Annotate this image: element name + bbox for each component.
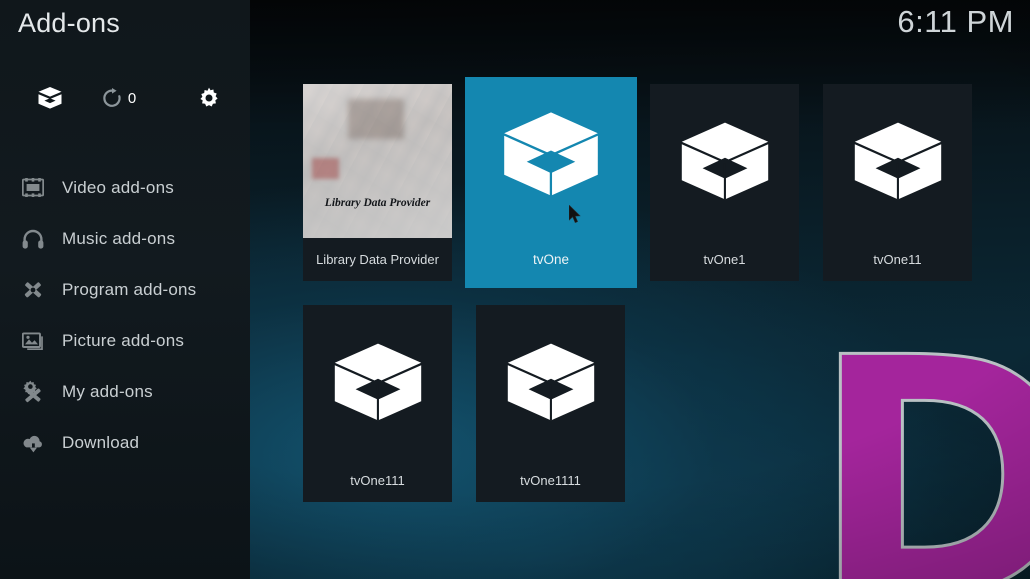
addon-tile-tvone11[interactable]: tvOne11	[823, 84, 972, 281]
install-from-repository-button[interactable]	[20, 86, 80, 110]
tile-artwork	[303, 305, 452, 459]
sidebar-item-label: Program add-ons	[62, 279, 197, 299]
sidebar-item-program-addons[interactable]: Program add-ons	[0, 264, 250, 315]
tile-artwork	[465, 77, 637, 230]
thumbnail-highlight	[311, 157, 339, 180]
package-box-icon	[507, 343, 594, 421]
sidebar-item-label: Picture add-ons	[62, 330, 185, 350]
film-strip-icon	[14, 178, 52, 197]
headphones-icon	[14, 229, 52, 249]
package-box-icon	[38, 87, 62, 109]
addon-tile-grid: Library Data Provider Library Data Provi…	[303, 77, 1003, 502]
tile-artwork	[823, 84, 972, 238]
clock: 6:11 PM	[897, 4, 1014, 39]
update-count: 0	[127, 89, 137, 107]
tile-label: tvOne111	[350, 473, 405, 488]
package-box-icon	[504, 111, 598, 196]
sidebar-item-music-addons[interactable]: Music add-ons	[0, 213, 250, 264]
thumbnail-image: Library Data Provider	[303, 84, 452, 238]
tile-artwork: Library Data Provider	[303, 84, 452, 238]
addon-tile-tvone1111[interactable]: tvOne1111	[476, 305, 625, 502]
tile-label: tvOne1	[703, 252, 746, 267]
package-box-icon	[854, 122, 941, 200]
sidebar-item-my-addons[interactable]: My add-ons	[0, 366, 250, 417]
gear-icon	[200, 87, 218, 107]
thumbnail-highlight	[347, 99, 405, 140]
addon-tile-library-data-provider[interactable]: Library Data Provider Library Data Provi…	[303, 84, 452, 281]
addon-tile-tvone111[interactable]: tvOne111	[303, 305, 452, 502]
check-for-updates-button[interactable]: 0	[80, 87, 158, 109]
addon-tile-tvone1[interactable]: tvOne1	[650, 84, 799, 281]
sidebar-item-label: My add-ons	[62, 381, 153, 401]
sidebar-item-label: Music add-ons	[62, 228, 176, 248]
tile-label: tvOne11	[873, 252, 922, 267]
tile-artwork	[476, 305, 625, 459]
page-title: Add-ons	[18, 8, 120, 38]
cloud-download-icon	[14, 433, 52, 453]
package-box-icon	[681, 122, 768, 200]
gear-tools-icon	[14, 380, 52, 403]
tile-artwork	[650, 84, 799, 238]
settings-button[interactable]	[182, 86, 236, 110]
sidebar: Add-ons 0 Video add-ons Music add-ons Pr…	[0, 0, 250, 579]
addon-tile-tvone[interactable]: tvOne	[465, 77, 637, 288]
tile-label: Library Data Provider	[316, 252, 439, 267]
thumbnail-caption: Library Data Provider	[324, 196, 431, 209]
sidebar-item-label: Video add-ons	[62, 177, 174, 197]
package-box-icon	[334, 343, 421, 421]
tile-label: tvOne1111	[520, 473, 581, 488]
sidebar-item-download[interactable]: Download	[0, 417, 250, 468]
sidebar-item-label: Download	[62, 432, 140, 452]
tools-icon	[14, 279, 52, 301]
sidebar-nav-list: Video add-ons Music add-ons Program add-…	[0, 162, 250, 468]
kodi-addons-screen: D 6:11 PM Add-ons 0 Video add-ons Music …	[0, 0, 1030, 579]
photo-icon	[14, 331, 52, 351]
sidebar-item-picture-addons[interactable]: Picture add-ons	[0, 315, 250, 366]
tile-label: tvOne	[532, 251, 570, 267]
sidebar-toolbar: 0	[0, 86, 250, 110]
refresh-icon	[103, 87, 121, 107]
sidebar-item-video-addons[interactable]: Video add-ons	[0, 162, 250, 213]
